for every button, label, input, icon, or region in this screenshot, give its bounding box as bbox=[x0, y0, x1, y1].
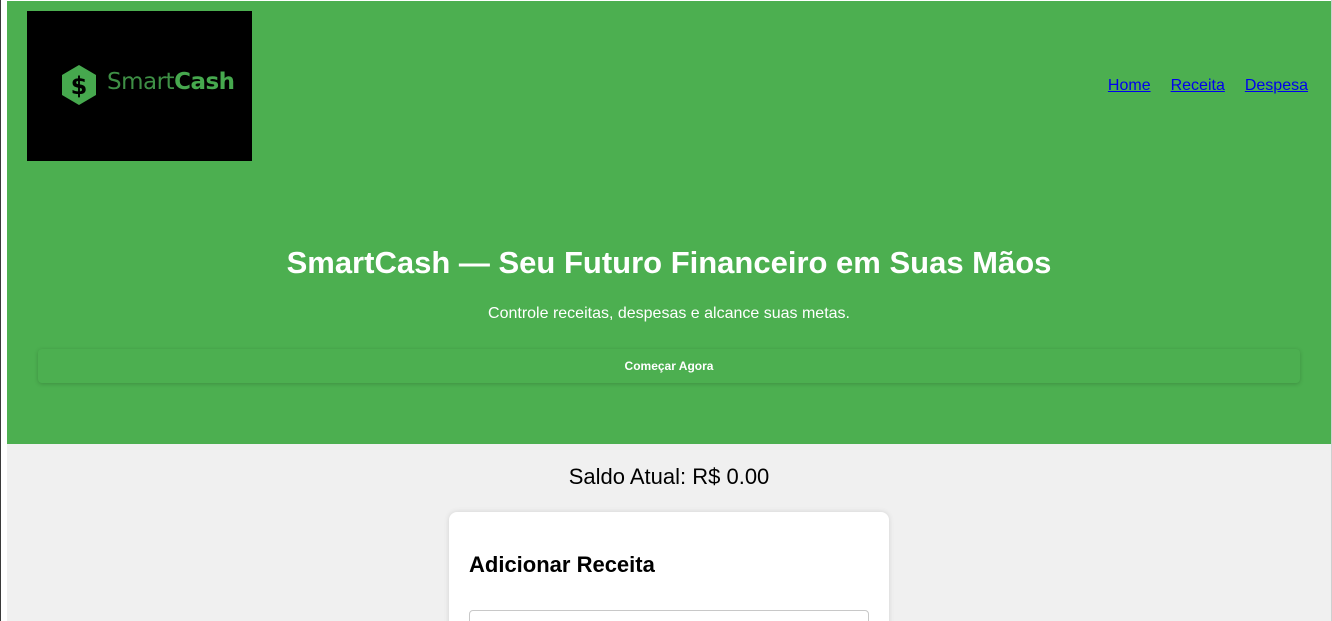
logo-text-cash: Cash bbox=[174, 69, 235, 95]
svg-text:$: $ bbox=[71, 72, 88, 100]
add-income-title: Adicionar Receita bbox=[469, 552, 655, 577]
nav-link-home[interactable]: Home bbox=[1108, 77, 1151, 95]
logo[interactable]: $ SmartCash bbox=[27, 11, 252, 161]
logo-wordmark: SmartCash bbox=[107, 69, 235, 95]
add-income-card: Adicionar Receita bbox=[449, 512, 889, 621]
logo-text-smart: Smart bbox=[107, 69, 175, 95]
dollar-hexagon-icon: $ bbox=[62, 65, 96, 105]
get-started-button[interactable]: Começar Agora bbox=[38, 349, 1300, 383]
page: $ SmartCash Home Receita Despesa SmartCa… bbox=[7, 1, 1331, 621]
nav-link-despesa[interactable]: Despesa bbox=[1245, 77, 1308, 95]
window-border bbox=[0, 0, 1, 621]
hero-section: $ SmartCash Home Receita Despesa SmartCa… bbox=[7, 1, 1331, 444]
main-nav: Home Receita Despesa bbox=[1108, 77, 1308, 95]
income-input[interactable] bbox=[469, 610, 869, 621]
hero-subtitle: Controle receitas, despesas e alcance su… bbox=[488, 305, 850, 322]
window-left-edge bbox=[0, 0, 7, 621]
hero-title: SmartCash — Seu Futuro Financeiro em Sua… bbox=[286, 245, 1052, 280]
nav-link-receita[interactable]: Receita bbox=[1171, 77, 1225, 95]
balance-display: Saldo Atual: R$ 0.00 bbox=[568, 464, 770, 489]
